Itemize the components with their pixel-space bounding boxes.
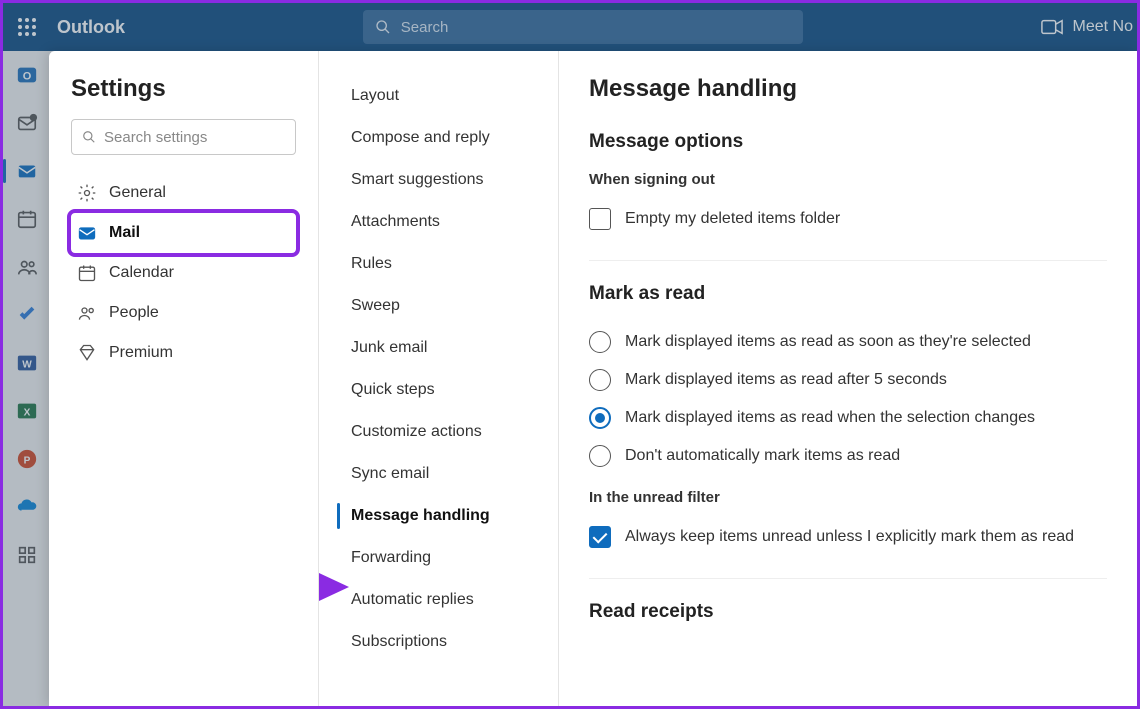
svg-text:O: O <box>23 71 32 83</box>
mark-as-read-title: Mark as read <box>589 283 1107 305</box>
mail-icon <box>77 223 97 243</box>
when-signing-out-title: When signing out <box>589 171 1107 188</box>
empty-deleted-checkbox[interactable]: Empty my deleted items folder <box>589 200 1107 238</box>
app-rail: O + W X P <box>3 51 51 706</box>
subnav-layout[interactable]: Layout <box>347 75 540 117</box>
category-calendar[interactable]: Calendar <box>71 253 296 293</box>
new-mail-icon[interactable]: + <box>11 107 43 139</box>
section-message-options-title: Message options <box>589 131 1107 153</box>
diamond-icon <box>77 343 97 363</box>
search-icon <box>375 19 391 35</box>
checkbox-icon <box>589 208 611 230</box>
content-title: Message handling <box>589 75 1107 103</box>
meet-now-button[interactable]: Meet No <box>1041 18 1133 36</box>
section-mark-as-read: Mark as read Mark displayed items as rea… <box>589 260 1107 578</box>
subnav-quick-steps[interactable]: Quick steps <box>347 369 540 411</box>
subnav-attachments[interactable]: Attachments <box>347 201 540 243</box>
calendar-icon <box>77 263 97 283</box>
mark-radio-3[interactable]: Don't automatically mark items as read <box>589 437 1107 475</box>
global-search-input[interactable]: Search <box>363 10 803 44</box>
subnav-automatic-replies[interactable]: Automatic replies <box>347 579 540 621</box>
subnav-compose-reply[interactable]: Compose and reply <box>347 117 540 159</box>
onedrive-icon[interactable] <box>11 491 43 523</box>
read-receipts-title: Read receipts <box>589 601 1107 623</box>
radio-icon <box>589 331 611 353</box>
gear-icon <box>77 183 97 203</box>
subnav-sweep[interactable]: Sweep <box>347 285 540 327</box>
word-icon[interactable]: W <box>11 347 43 379</box>
settings-content-pane: Message handling Message options When si… <box>559 51 1137 706</box>
subnav-subscriptions[interactable]: Subscriptions <box>347 621 540 663</box>
svg-text:W: W <box>22 360 32 371</box>
more-apps-icon[interactable] <box>11 539 43 571</box>
settings-title: Settings <box>71 75 296 103</box>
settings-search-input[interactable]: Search settings <box>71 119 296 155</box>
always-keep-unread-checkbox[interactable]: Always keep items unread unless I explic… <box>589 518 1107 556</box>
unread-filter-title: In the unread filter <box>589 489 1107 506</box>
settings-flyout: Settings Search settings General Mail Ca… <box>49 51 1137 706</box>
settings-categories-pane: Settings Search settings General Mail Ca… <box>49 51 319 706</box>
brand-label: Outlook <box>57 17 125 38</box>
todo-icon[interactable] <box>11 299 43 331</box>
settings-subnav-pane: Layout Compose and reply Smart suggestio… <box>319 51 559 706</box>
svg-text:P: P <box>24 456 31 467</box>
section-message-options: Message options When signing out Empty m… <box>589 131 1107 260</box>
people-icon <box>77 303 97 323</box>
powerpoint-icon[interactable]: P <box>11 443 43 475</box>
radio-icon <box>589 407 611 429</box>
subnav-smart-suggestions[interactable]: Smart suggestions <box>347 159 540 201</box>
category-mail[interactable]: Mail <box>71 213 296 253</box>
subnav-message-handling[interactable]: Message handling <box>347 495 540 537</box>
subnav-rules[interactable]: Rules <box>347 243 540 285</box>
mark-radio-2[interactable]: Mark displayed items as read when the se… <box>589 399 1107 437</box>
section-read-receipts: Read receipts <box>589 578 1107 663</box>
subnav-forwarding[interactable]: Forwarding <box>347 537 540 579</box>
svg-text:X: X <box>24 408 31 419</box>
radio-icon <box>589 369 611 391</box>
svg-text:+: + <box>32 115 36 122</box>
video-icon <box>1041 19 1063 35</box>
checkbox-icon <box>589 526 611 548</box>
mark-radio-0[interactable]: Mark displayed items as read as soon as … <box>589 323 1107 361</box>
people-icon[interactable] <box>11 251 43 283</box>
outlook-app-icon[interactable]: O <box>11 59 43 91</box>
subnav-customize-actions[interactable]: Customize actions <box>347 411 540 453</box>
mark-radio-1[interactable]: Mark displayed items as read after 5 sec… <box>589 361 1107 399</box>
subnav-junk-email[interactable]: Junk email <box>347 327 540 369</box>
excel-icon[interactable]: X <box>11 395 43 427</box>
category-general[interactable]: General <box>71 173 296 213</box>
title-bar: Outlook Search Meet No <box>3 3 1137 51</box>
app-launcher-button[interactable] <box>3 3 51 51</box>
search-icon <box>82 130 96 144</box>
mail-icon[interactable] <box>11 155 43 187</box>
category-people[interactable]: People <box>71 293 296 333</box>
radio-icon <box>589 445 611 467</box>
subnav-sync-email[interactable]: Sync email <box>347 453 540 495</box>
global-search-placeholder: Search <box>401 19 449 36</box>
calendar-icon[interactable] <box>11 203 43 235</box>
category-premium[interactable]: Premium <box>71 333 296 373</box>
